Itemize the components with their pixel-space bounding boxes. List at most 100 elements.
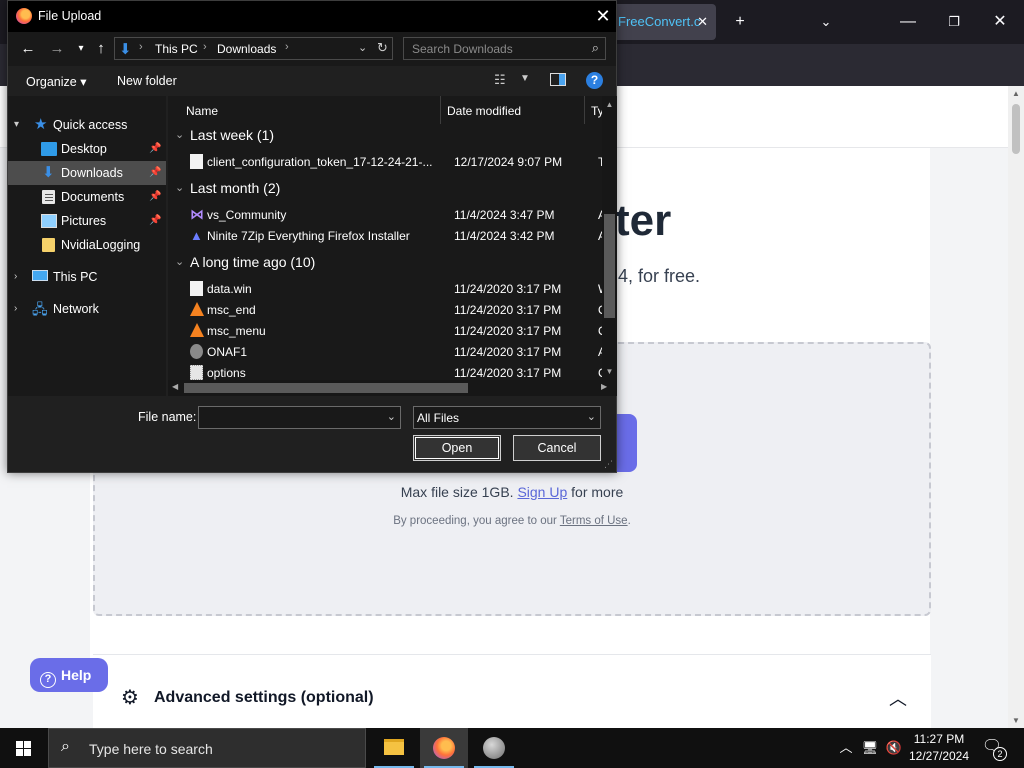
taskbar-app-file-explorer[interactable] xyxy=(370,728,418,768)
chevron-down-icon[interactable]: ⌄ xyxy=(175,181,184,194)
tab-freeconvert[interactable]: FreeConvert.c ✕ xyxy=(612,4,716,40)
column-divider[interactable] xyxy=(440,96,441,124)
chevron-down-icon[interactable]: ⌄ xyxy=(387,410,396,423)
scroll-thumb[interactable] xyxy=(604,214,615,318)
resize-grip-icon[interactable]: ⋰ xyxy=(604,459,613,470)
search-icon: ⌕ xyxy=(591,40,599,55)
scroll-thumb[interactable] xyxy=(184,383,468,393)
file-row[interactable]: msc_menu 11/24/2020 3:17 PM O xyxy=(168,320,602,341)
file-type-select[interactable]: All Files ⌄ xyxy=(413,406,601,429)
forward-arrow-icon[interactable]: → xyxy=(46,38,68,60)
system-clock[interactable]: 11:27 PM 12/27/2024 xyxy=(903,731,975,765)
help-icon[interactable]: ? xyxy=(586,72,603,89)
file-name-input[interactable] xyxy=(199,407,379,428)
cancel-button[interactable]: Cancel xyxy=(513,435,601,461)
back-arrow-icon[interactable]: ← xyxy=(17,38,39,60)
file-name-combobox[interactable]: ⌄ xyxy=(198,406,401,429)
address-bar[interactable]: ⬇ › This PC › Downloads › ⌄ ↻ xyxy=(114,37,393,60)
tab-title: FreeConvert.c xyxy=(618,14,701,29)
chevron-down-icon[interactable]: ⌄ xyxy=(358,41,367,54)
nav-item-nvidialogging[interactable]: NvidiaLogging xyxy=(8,233,166,257)
nav-item-this-pc[interactable]: › This PC xyxy=(8,265,166,289)
file-row[interactable]: ONAF1 11/24/2020 3:17 PM Ap xyxy=(168,341,602,362)
page-scrollbar[interactable]: ▲ ▼ xyxy=(1008,86,1024,728)
group-header-last-week[interactable]: ⌄ Last week (1) xyxy=(168,125,602,147)
action-center-button[interactable]: 🗨 2 xyxy=(980,736,1007,761)
group-header-last-month[interactable]: ⌄ Last month (2) xyxy=(168,178,602,200)
terms-of-use-link[interactable]: Terms of Use xyxy=(560,515,628,527)
organize-menu-button[interactable]: Organize ▾ xyxy=(26,74,86,89)
column-header-type[interactable]: Ty xyxy=(591,104,602,118)
scroll-up-icon[interactable]: ▲ xyxy=(602,100,617,109)
search-input[interactable] xyxy=(404,38,579,59)
chevron-down-icon[interactable]: ▼ xyxy=(520,73,530,84)
file-row[interactable]: options 11/24/2020 3:17 PM Co xyxy=(168,362,602,380)
network-icon: 🖧 xyxy=(32,301,48,317)
group-header-long-time-ago[interactable]: ⌄ A long time ago (10) xyxy=(168,252,602,274)
close-window-icon[interactable]: ✕ xyxy=(980,0,1020,44)
pin-icon: 📌 xyxy=(149,191,162,202)
tab-close-icon[interactable]: ✕ xyxy=(697,4,708,40)
nav-item-pictures[interactable]: Pictures 📌 xyxy=(8,209,166,233)
column-header-name[interactable]: Name xyxy=(186,104,218,118)
dialog-toolbar: Organize ▾ New folder ☷ ▼ ? xyxy=(8,66,616,96)
search-downloads-box[interactable]: ⌕ xyxy=(403,37,606,60)
column-divider[interactable] xyxy=(584,96,585,124)
minimize-icon[interactable]: — xyxy=(888,0,928,44)
start-button[interactable] xyxy=(0,728,48,768)
refresh-icon[interactable]: ↻ xyxy=(377,40,388,56)
open-button[interactable]: Open xyxy=(413,435,501,461)
nav-item-network[interactable]: › 🖧 Network xyxy=(8,297,166,321)
file-list-horizontal-scrollbar[interactable]: ◀ ▶ xyxy=(168,380,617,396)
scroll-thumb[interactable] xyxy=(1012,104,1020,154)
file-row[interactable]: ⋈ vs_Community 11/4/2024 3:47 PM Ap xyxy=(168,204,602,225)
column-header-date-modified[interactable]: Date modified xyxy=(447,104,521,118)
file-row[interactable]: client_configuration_token_17-12-24-21-.… xyxy=(168,151,602,172)
scroll-up-icon[interactable]: ▲ xyxy=(1008,89,1024,98)
preview-pane-icon[interactable] xyxy=(550,73,566,86)
nav-item-documents[interactable]: Documents 📌 xyxy=(8,185,166,209)
new-folder-button[interactable]: New folder xyxy=(117,74,177,88)
column-headers: Name Date modified Ty xyxy=(168,96,602,124)
chevron-down-icon[interactable]: ⌄ xyxy=(175,128,184,141)
nav-item-downloads[interactable]: ⬇ Downloads 📌 xyxy=(8,161,166,185)
dialog-close-icon[interactable]: ✕ xyxy=(592,5,614,27)
chevron-up-icon[interactable]: ︿ xyxy=(889,685,907,711)
file-row[interactable]: ▲ Ninite 7Zip Everything Firefox Install… xyxy=(168,225,602,246)
help-button[interactable]: ? Help xyxy=(30,658,108,692)
recent-locations-icon[interactable]: ▾ xyxy=(70,38,92,60)
chevron-right-icon[interactable]: › xyxy=(14,297,17,321)
new-tab-button[interactable]: + xyxy=(720,0,760,44)
breadcrumb-this-pc[interactable]: This PC xyxy=(155,42,198,56)
restore-icon[interactable]: ❐ xyxy=(934,0,974,44)
up-arrow-icon[interactable]: ↑ xyxy=(90,38,112,60)
file-type-value: All Files xyxy=(417,411,460,425)
show-hidden-icons-icon[interactable]: ︿ xyxy=(836,728,856,768)
network-status-icon[interactable]: 🖥 xyxy=(860,728,880,768)
view-options-icon[interactable]: ☷ xyxy=(494,72,506,88)
file-name: vs_Community xyxy=(207,208,287,222)
advanced-settings-panel[interactable]: ⚙ Advanced settings (optional) ︿ xyxy=(93,654,931,728)
dialog-title-bar[interactable]: File Upload ✕ xyxy=(8,1,616,32)
scroll-right-icon[interactable]: ▶ xyxy=(601,382,607,391)
chevron-right-icon[interactable]: › xyxy=(14,265,17,289)
volume-muted-icon[interactable]: 🔇 xyxy=(884,728,904,768)
taskbar-app-onaf[interactable] xyxy=(470,728,518,768)
sign-up-link[interactable]: Sign Up xyxy=(517,484,567,500)
firefox-icon xyxy=(433,737,455,759)
list-all-tabs-icon[interactable]: ⌄ xyxy=(806,0,846,44)
taskbar-app-firefox[interactable] xyxy=(420,728,468,768)
file-row[interactable]: msc_end 11/24/2020 3:17 PM O xyxy=(168,299,602,320)
chevron-down-icon[interactable]: ⌄ xyxy=(175,255,184,268)
scroll-down-icon[interactable]: ▼ xyxy=(1008,716,1024,725)
breadcrumb-downloads[interactable]: Downloads xyxy=(217,42,276,56)
scroll-down-icon[interactable]: ▼ xyxy=(602,367,617,376)
file-list-vertical-scrollbar[interactable]: ▲ ▼ xyxy=(602,96,617,380)
scroll-left-icon[interactable]: ◀ xyxy=(172,382,178,391)
chevron-down-icon[interactable]: ▾ xyxy=(14,113,19,137)
nav-item-quick-access[interactable]: ▾ ★ Quick access xyxy=(8,113,166,137)
taskbar-search-box[interactable]: ⌕ Type here to search xyxy=(48,728,366,768)
file-row[interactable]: data.win 11/24/2020 3:17 PM W xyxy=(168,278,602,299)
chevron-down-icon[interactable]: ⌄ xyxy=(587,410,596,423)
nav-item-desktop[interactable]: Desktop 📌 xyxy=(8,137,166,161)
